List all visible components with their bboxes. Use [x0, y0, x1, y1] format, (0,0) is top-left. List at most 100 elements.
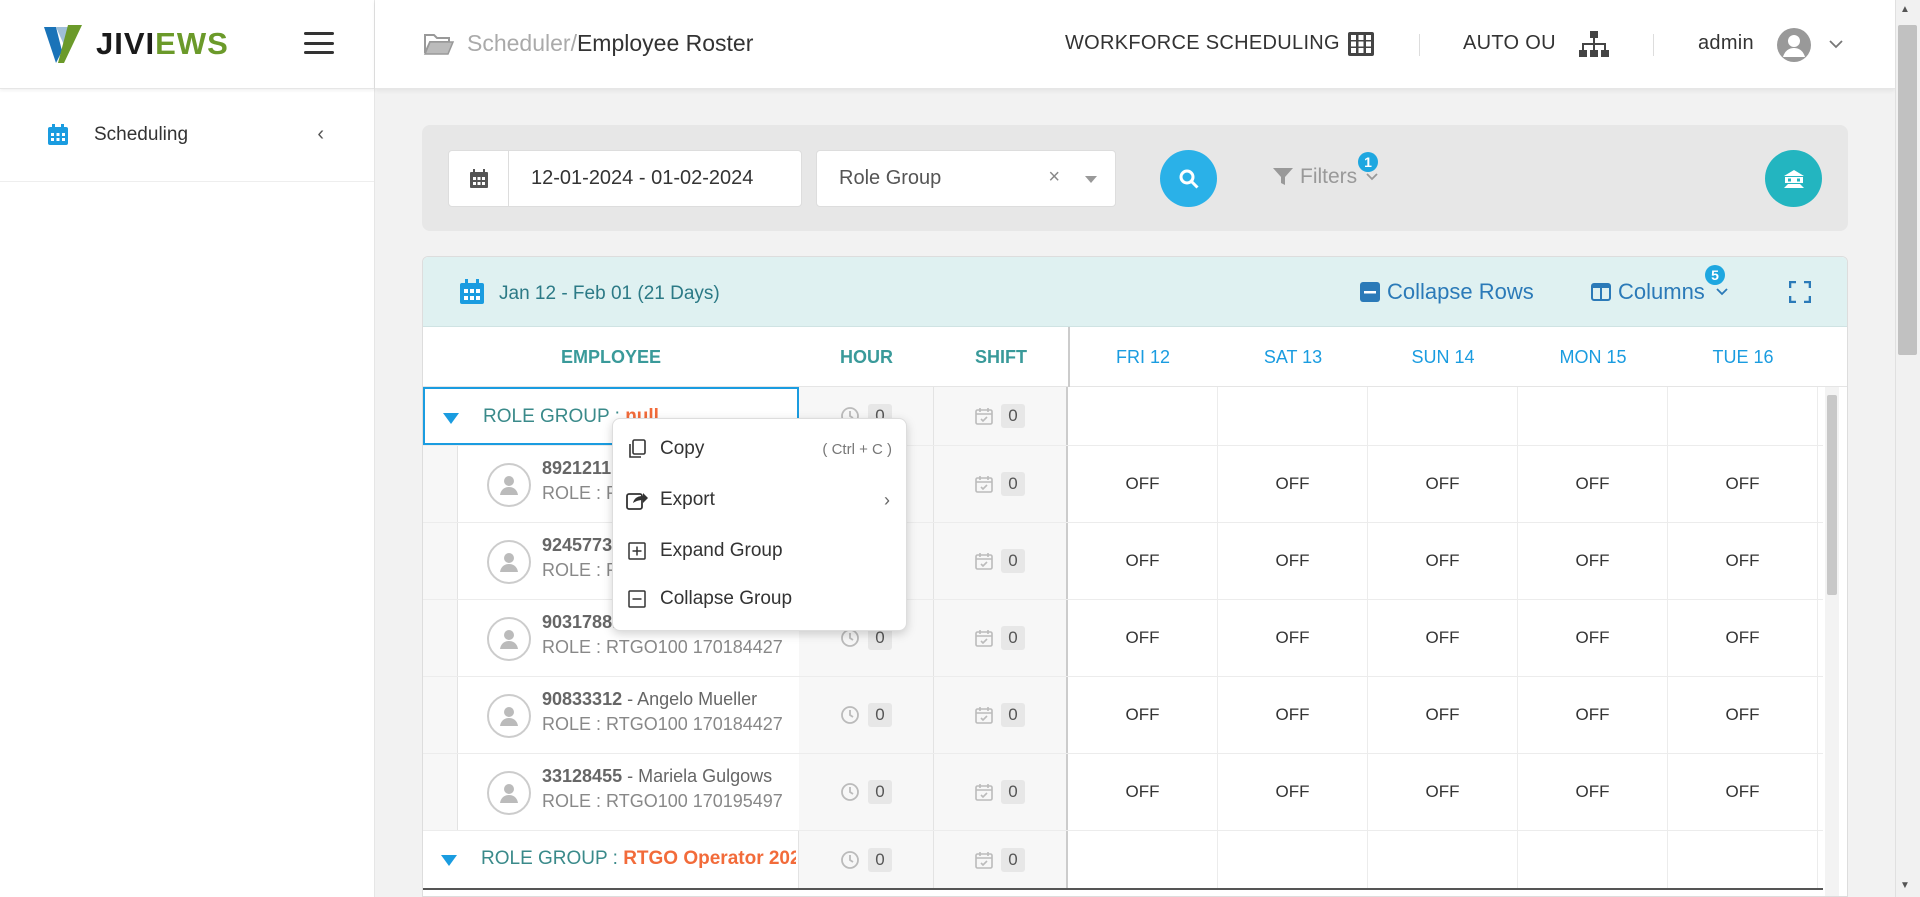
col-day[interactable]: FRI 12 [1068, 347, 1218, 368]
avatar[interactable] [1777, 28, 1811, 62]
menu-item-collapse-group[interactable]: Collapse Group [613, 577, 906, 621]
day-cell[interactable]: OFF [1668, 754, 1818, 830]
day-cell[interactable]: OFF [1518, 446, 1668, 522]
clear-icon[interactable]: × [1048, 166, 1060, 189]
caret-down-icon[interactable] [441, 855, 457, 866]
day-cell[interactable]: OFF [1518, 523, 1668, 599]
day-cell[interactable] [1368, 831, 1518, 888]
chevron-right-icon: › [884, 489, 890, 510]
user-icon [500, 707, 518, 726]
day-cell[interactable]: OFF [1368, 446, 1518, 522]
day-cell[interactable] [1368, 387, 1518, 445]
col-hour[interactable]: HOUR [799, 347, 934, 368]
day-cell[interactable]: OFF [1218, 600, 1368, 676]
menu-item-copy[interactable]: Copy ( Ctrl + C ) [613, 427, 906, 471]
minus-square-icon [1360, 282, 1380, 302]
org-chart-icon[interactable] [1578, 30, 1610, 58]
grid-scrollbar-thumb[interactable] [1827, 395, 1837, 595]
hamburger-menu-icon[interactable] [304, 32, 334, 54]
shift-count: 0 [1001, 626, 1025, 650]
day-cell[interactable]: OFF [1218, 523, 1368, 599]
day-cell[interactable]: OFF [1668, 600, 1818, 676]
group-row[interactable]: ROLE GROUP : RTGO Operator 2023- 0 0 [423, 831, 1823, 890]
day-cell[interactable]: OFF [1518, 600, 1668, 676]
sidebar-item-label: Scheduling [94, 124, 189, 145]
day-cell[interactable]: OFF [1218, 446, 1368, 522]
chevron-down-icon[interactable] [1828, 39, 1844, 49]
menu-item-label: Collapse Group [660, 588, 793, 609]
grid-table-icon[interactable] [1347, 31, 1375, 57]
module-label[interactable]: WORKFORCE SCHEDULING [1065, 32, 1340, 55]
day-cell[interactable] [1068, 831, 1218, 888]
day-cell[interactable] [1668, 387, 1818, 445]
day-cell[interactable]: OFF [1068, 446, 1218, 522]
employee-row[interactable]: 33128455 - Mariela Gulgows ROLE : RTGO10… [423, 754, 1823, 831]
group-by-value: Role Group [839, 167, 942, 189]
day-cell[interactable]: OFF [1668, 677, 1818, 753]
col-employee[interactable]: EMPLOYEE [423, 347, 799, 368]
collapse-rows-button[interactable]: Collapse Rows [1360, 279, 1534, 305]
fullscreen-icon[interactable] [1789, 281, 1811, 303]
col-shift[interactable]: SHIFT [934, 347, 1068, 368]
scroll-up-arrow-icon[interactable]: ▲ [1900, 4, 1910, 15]
day-cell[interactable] [1218, 831, 1368, 888]
date-range-picker[interactable]: 12-01-2024 - 01-02-2024 [448, 150, 802, 207]
dropdown-arrow-icon[interactable] [1085, 176, 1097, 183]
group-cell[interactable]: ROLE GROUP : RTGO Operator 2023- [423, 831, 799, 888]
calendar-icon [48, 124, 68, 145]
chevron-left-icon[interactable]: ‹ [317, 123, 324, 146]
user-name[interactable]: admin [1698, 32, 1754, 55]
shift-count: 0 [1001, 703, 1025, 727]
roster-action-button[interactable] [1765, 150, 1822, 207]
grid-scrollbar[interactable] [1825, 387, 1839, 896]
scroll-down-arrow-icon[interactable]: ▼ [1900, 880, 1910, 891]
org-unit-label[interactable]: AUTO OU [1463, 32, 1556, 55]
search-button[interactable] [1160, 150, 1217, 207]
day-cell[interactable]: OFF [1068, 754, 1218, 830]
day-cell[interactable]: OFF [1368, 677, 1518, 753]
col-day[interactable]: SAT 13 [1218, 347, 1368, 368]
day-cell[interactable] [1518, 831, 1668, 888]
col-day[interactable]: TUE 16 [1668, 347, 1818, 368]
day-cell[interactable]: OFF [1668, 446, 1818, 522]
menu-item-export[interactable]: Export › [613, 478, 906, 522]
date-range-value[interactable]: 12-01-2024 - 01-02-2024 [531, 167, 753, 190]
calendar-icon [460, 279, 484, 304]
day-cell[interactable]: OFF [1668, 523, 1818, 599]
shift-cell: 0 [934, 387, 1068, 445]
shift-count: 0 [1001, 780, 1025, 804]
day-cell[interactable] [1518, 387, 1668, 445]
day-cell[interactable]: OFF [1218, 677, 1368, 753]
day-cell[interactable]: OFF [1368, 523, 1518, 599]
col-day[interactable]: MON 15 [1518, 347, 1668, 368]
employee-cell[interactable]: 33128455 - Mariela Gulgows ROLE : RTGO10… [423, 754, 799, 830]
day-cell[interactable]: OFF [1368, 600, 1518, 676]
shift-cell: 0 [934, 831, 1068, 888]
employee-row[interactable]: 90833312 - Angelo Mueller ROLE : RTGO100… [423, 677, 1823, 754]
folder-open-icon [423, 33, 455, 55]
day-cell[interactable]: OFF [1068, 523, 1218, 599]
day-cell[interactable] [1668, 831, 1818, 888]
caret-down-icon[interactable] [443, 413, 459, 424]
group-by-select[interactable]: Role Group × [816, 150, 1116, 207]
chevron-down-icon [1366, 173, 1378, 181]
day-cell[interactable] [1068, 387, 1218, 445]
user-icon [500, 476, 518, 495]
calendar-button[interactable] [449, 151, 509, 206]
employee-cell[interactable]: 90833312 - Angelo Mueller ROLE : RTGO100… [423, 677, 799, 753]
day-cell[interactable]: OFF [1518, 677, 1668, 753]
menu-item-label: Export [660, 489, 715, 510]
col-day[interactable]: SUN 14 [1368, 347, 1518, 368]
calendar-check-icon [975, 784, 993, 801]
sidebar-item-scheduling[interactable]: Scheduling ‹ [0, 89, 374, 182]
breadcrumb-parent[interactable]: Scheduler/ [467, 30, 577, 57]
day-cell[interactable]: OFF [1068, 600, 1218, 676]
day-cell[interactable] [1218, 387, 1368, 445]
day-cell[interactable]: OFF [1218, 754, 1368, 830]
day-cell[interactable]: OFF [1368, 754, 1518, 830]
context-menu: Copy ( Ctrl + C ) Export › Expand Group … [612, 418, 907, 631]
day-cell[interactable]: OFF [1068, 677, 1218, 753]
menu-item-expand-group[interactable]: Expand Group [613, 529, 906, 573]
page-scrollbar-thumb[interactable] [1898, 25, 1917, 355]
day-cell[interactable]: OFF [1518, 754, 1668, 830]
